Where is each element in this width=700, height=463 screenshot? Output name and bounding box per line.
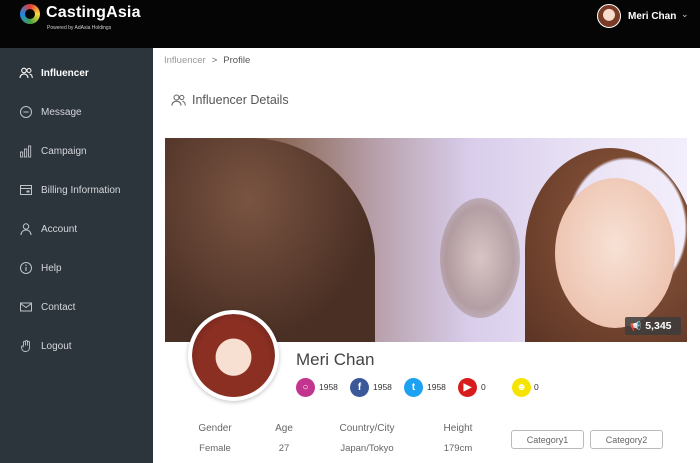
sidebar-item-account[interactable]: Account: [0, 210, 153, 248]
cover-face-shape: [555, 178, 675, 328]
brand-tagline: Powered by AdAsia Holdings: [47, 25, 112, 31]
youtube-icon: ▶: [458, 377, 477, 397]
detail-value: Female: [199, 443, 231, 454]
hand-icon: [19, 339, 33, 353]
detail-value: 27: [278, 443, 290, 454]
sidebar-item-influencer[interactable]: Influencer: [0, 54, 153, 92]
twitter-icon: t: [404, 377, 423, 397]
user-icon: [19, 222, 33, 236]
detail-value: Japan/Tokyo: [340, 443, 394, 454]
breadcrumb: Influencer > Profile: [164, 55, 250, 66]
page-title: Influencer Details: [192, 93, 289, 107]
mail-icon: [19, 300, 33, 314]
people-icon: [19, 66, 33, 80]
detail-value: 179cm: [443, 443, 473, 454]
sidebar-item-label: Account: [41, 223, 78, 235]
megaphone-icon: 📢: [630, 320, 642, 331]
user-avatar[interactable]: [597, 4, 621, 28]
profile-avatar: [188, 310, 279, 401]
castingasia-logo-icon[interactable]: [20, 4, 40, 24]
detail-label: Height: [443, 423, 473, 434]
sidebar-item-logout[interactable]: Logout: [0, 327, 153, 365]
facebook-icon: f: [350, 377, 369, 397]
sidebar-item-billing[interactable]: Billing Information: [0, 171, 153, 209]
breadcrumb-separator: >: [211, 55, 218, 66]
detail-label: Age: [275, 423, 293, 434]
detail-age: Age 27: [259, 423, 309, 454]
cover-hair-shape: [165, 138, 375, 342]
detail-height: Height 179cm: [428, 423, 488, 454]
sidebar-item-campaign[interactable]: Campaign: [0, 132, 153, 170]
sidebar-item-contact[interactable]: Contact: [0, 288, 153, 326]
detail-gender: Gender Female: [185, 423, 245, 454]
sidebar-item-label: Campaign: [41, 145, 87, 157]
profile-name: Meri Chan: [296, 350, 375, 369]
top-header: CastingAsia Powered by AdAsia Holdings M…: [0, 0, 700, 48]
social-youtube[interactable]: ▶ 0: [458, 377, 486, 397]
sidebar-item-label: Billing Information: [41, 184, 121, 196]
brand-name[interactable]: CastingAsia: [46, 4, 141, 22]
social-count: 0: [534, 382, 539, 392]
chat-icon: [19, 105, 33, 119]
social-count: 0: [481, 382, 486, 392]
social-twitter[interactable]: t 1958: [404, 377, 446, 397]
category-tag[interactable]: Category2: [590, 430, 663, 449]
billing-icon: [19, 183, 33, 197]
social-count: 1958: [427, 382, 446, 392]
sidebar-item-label: Help: [41, 262, 62, 274]
instagram-icon: ○: [296, 377, 315, 397]
sidebar-item-message[interactable]: Message: [0, 93, 153, 131]
breadcrumb-current: Profile: [223, 55, 251, 66]
bar-chart-icon: [19, 144, 33, 158]
snapchat-icon: ☻: [512, 377, 531, 397]
social-count: 1958: [373, 382, 392, 392]
breadcrumb-parent-link[interactable]: Influencer: [164, 55, 206, 66]
detail-label: Country/City: [339, 423, 395, 434]
sidebar-item-label: Contact: [41, 301, 76, 313]
people-icon: [171, 93, 186, 107]
sidebar-item-help[interactable]: Help: [0, 249, 153, 287]
sidebar-item-label: Message: [41, 106, 82, 118]
detail-label: Gender: [198, 423, 232, 434]
user-name[interactable]: Meri Chan: [628, 11, 676, 22]
social-count: 1958: [319, 382, 338, 392]
sidebar-item-label: Logout: [41, 340, 72, 352]
social-snapchat[interactable]: ☻ 0: [512, 377, 539, 397]
category-tag[interactable]: Category1: [511, 430, 584, 449]
social-instagram[interactable]: ○ 1958: [296, 377, 338, 397]
info-icon: [19, 261, 33, 275]
sidebar-item-label: Influencer: [41, 67, 89, 79]
likes-badge: 📢 5,345: [625, 317, 681, 335]
likes-count: 5,345: [645, 320, 672, 332]
cover-reflection-shape: [440, 198, 520, 318]
chevron-down-icon[interactable]: ⌄: [681, 9, 689, 20]
sidebar: Influencer Message Campaign Billing Info…: [0, 48, 153, 463]
social-facebook[interactable]: f 1958: [350, 377, 392, 397]
detail-location: Country/City Japan/Tokyo: [326, 423, 408, 454]
